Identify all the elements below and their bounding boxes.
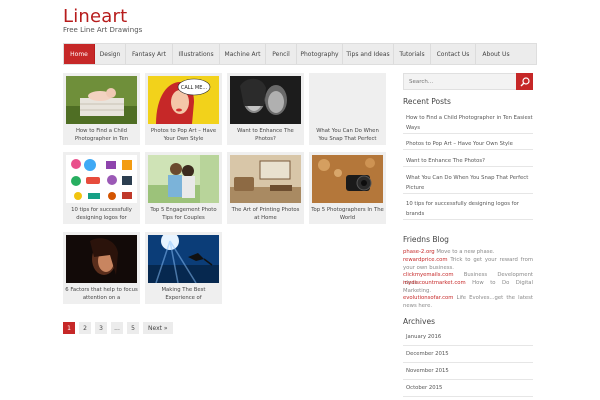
nav-item-contact-us[interactable]: Contact Us xyxy=(431,44,476,64)
friend-blog-link[interactable]: phase-2.org xyxy=(403,249,435,255)
post-thumbnail[interactable] xyxy=(148,155,219,203)
friend-blog-link[interactable]: rewardprice.com xyxy=(403,257,448,263)
nav-item-machine-art[interactable]: Machine Art xyxy=(220,44,266,64)
pagination: 1 2 3 ... 5 Next » xyxy=(63,322,173,334)
friend-blog-entry: phase-2.org Move to a new phase. xyxy=(403,249,533,257)
recent-post-link[interactable]: What You Can Do When You Snap That Perfe… xyxy=(403,173,533,194)
site-title[interactable]: Lineart xyxy=(63,6,127,27)
post-title[interactable]: Want to Enhance The Photos? xyxy=(229,127,302,143)
post-thumbnail[interactable]: CALL ME... xyxy=(148,76,219,124)
post-title[interactable]: Photos to Pop Art – Have Your Own Style xyxy=(147,127,220,143)
friend-blog-link[interactable]: clickmyemails.com xyxy=(403,272,454,278)
archive-link[interactable]: January 2016 xyxy=(403,329,533,346)
page-button-1[interactable]: 1 xyxy=(63,322,75,334)
friend-blog-entry: rewardprice.com Trick to get your reward… xyxy=(403,257,533,272)
nav-item-about-us[interactable]: About Us xyxy=(476,44,516,64)
friend-blog-entry: evolutionsofar.com Life Evolves...get th… xyxy=(403,295,533,310)
recent-post-link[interactable]: 10 tips for successfully designing logos… xyxy=(403,199,533,220)
recent-posts-title: Recent Posts xyxy=(403,97,451,106)
page-button-3[interactable]: 3 xyxy=(95,322,107,334)
post-card[interactable]: Top 5 Engagement Photo Tips for Couples xyxy=(145,152,222,224)
search-input[interactable] xyxy=(403,73,517,90)
post-thumbnail[interactable] xyxy=(66,76,137,124)
friends-blog-title: Friedns Blog xyxy=(403,235,449,244)
archives-title: Archives xyxy=(403,317,435,326)
post-card[interactable]: 6 Factors that help to focus attention o… xyxy=(63,232,140,304)
recent-post-link[interactable]: How to Find a Child Photographer in Ten … xyxy=(403,113,533,134)
post-card[interactable]: Want to Enhance The Photos? xyxy=(227,73,304,145)
friend-blog-link[interactable]: evolutionsofar.com xyxy=(403,295,453,301)
post-thumbnail[interactable] xyxy=(148,235,219,283)
nav-item-illustrations[interactable]: Illustrations xyxy=(173,44,220,64)
post-thumbnail[interactable] xyxy=(66,235,137,283)
friend-blog-description: Move to a new phase. xyxy=(436,249,495,255)
page-button-2[interactable]: 2 xyxy=(79,322,91,334)
search-button[interactable] xyxy=(516,73,533,90)
post-card[interactable]: What You Can Do When You Snap That Perfe… xyxy=(309,73,386,145)
site-tagline: Free Line Art Drawings xyxy=(63,26,143,34)
nav-item-fantasy-art[interactable]: Fantasy Art xyxy=(126,44,173,64)
post-thumbnail[interactable] xyxy=(312,155,383,203)
post-card[interactable]: CALL ME... Photos to Pop Art – Have Your… xyxy=(145,73,222,145)
nav-item-tips-and-ideas[interactable]: Tips and Ideas xyxy=(343,44,394,64)
main-navigation: Home Design Fantasy Art Illustrations Ma… xyxy=(63,43,537,65)
next-page-button[interactable]: Next » xyxy=(143,322,173,334)
post-card[interactable]: 10 tips for successfully designing logos… xyxy=(63,152,140,224)
post-title[interactable]: Top 5 Engagement Photo Tips for Couples xyxy=(147,206,220,222)
post-title[interactable]: 10 tips for successfully designing logos… xyxy=(65,206,138,222)
post-thumbnail[interactable] xyxy=(230,76,301,124)
archive-link[interactable]: October 2015 xyxy=(403,380,533,397)
post-title[interactable]: The Art of Printing Photos at Home xyxy=(229,206,302,222)
page-button-5[interactable]: 5 xyxy=(127,322,139,334)
friend-blog-link[interactable]: mydiscountmarket.com xyxy=(403,280,466,286)
nav-item-photography[interactable]: Photography xyxy=(297,44,343,64)
friend-blog-entry: mydiscountmarket.com How to Do Digital M… xyxy=(403,280,533,295)
post-title[interactable]: 6 Factors that help to focus attention o… xyxy=(65,286,138,302)
post-card[interactable]: Making The Best Experience of xyxy=(145,232,222,304)
post-card[interactable]: Top 5 Photographers In The World xyxy=(309,152,386,224)
post-card[interactable]: How to Find a Child Photographer in Ten xyxy=(63,73,140,145)
speech-bubble-text: CALL ME... xyxy=(181,85,208,91)
nav-item-design[interactable]: Design xyxy=(95,44,126,64)
search-icon xyxy=(520,76,530,86)
nav-item-home[interactable]: Home xyxy=(64,44,95,64)
archive-link[interactable]: December 2015 xyxy=(403,346,533,363)
archive-link[interactable]: November 2015 xyxy=(403,363,533,380)
recent-post-link[interactable]: Photos to Pop Art – Have Your Own Style xyxy=(403,139,533,150)
post-thumbnail[interactable] xyxy=(230,155,301,203)
post-title[interactable]: How to Find a Child Photographer in Ten xyxy=(65,127,138,143)
post-thumbnail[interactable] xyxy=(66,155,137,203)
nav-item-pencil[interactable]: Pencil xyxy=(266,44,297,64)
nav-item-tutorials[interactable]: Tutorials xyxy=(394,44,431,64)
page-ellipsis: ... xyxy=(111,322,123,334)
post-title[interactable]: Top 5 Photographers In The World xyxy=(311,206,384,222)
post-title[interactable]: Making The Best Experience of xyxy=(147,286,220,302)
post-card[interactable]: The Art of Printing Photos at Home xyxy=(227,152,304,224)
recent-post-link[interactable]: Want to Enhance The Photos? xyxy=(403,156,533,167)
post-title[interactable]: What You Can Do When You Snap That Perfe… xyxy=(311,127,384,143)
